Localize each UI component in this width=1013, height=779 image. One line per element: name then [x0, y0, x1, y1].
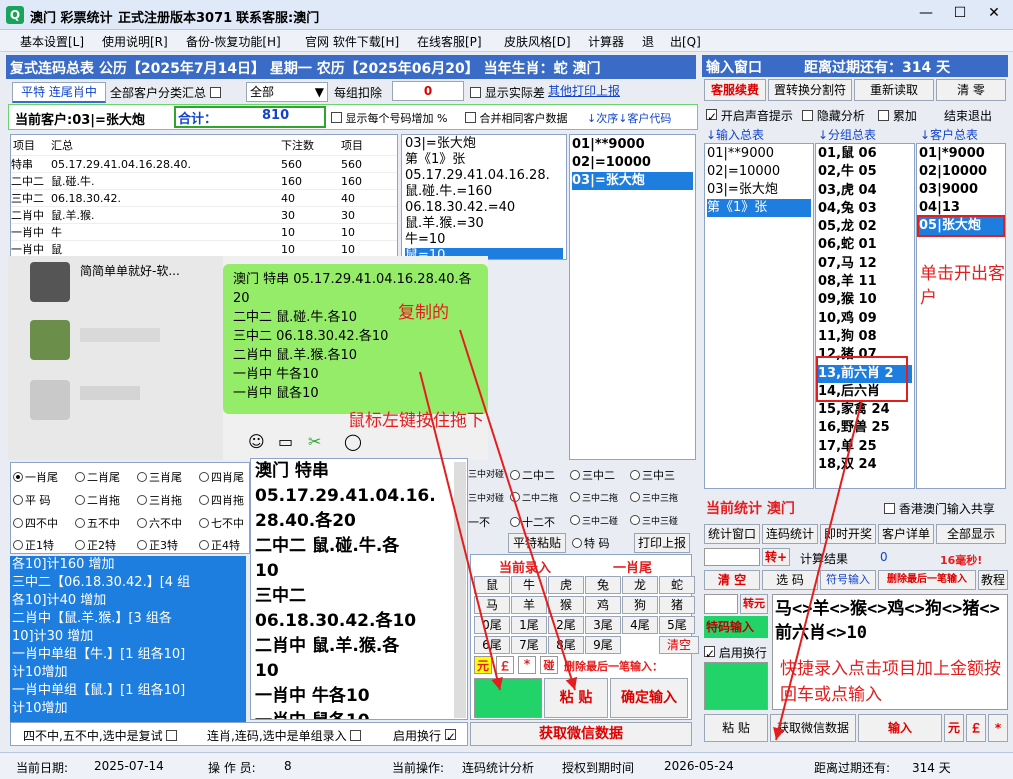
status-operator-label: 操 作 员: — [208, 761, 256, 775]
status-auth-label: 授权到期时间 — [562, 761, 635, 775]
annotation-arrows — [419, 329, 863, 741]
status-bar: 当前日期: 2025-07-14 操 作 员: 8 当前操作: 连码统计分析 授… — [0, 752, 1013, 779]
status-action-label: 当前操作: — [392, 761, 445, 775]
status-action: 连码统计分析 — [462, 761, 535, 775]
status-date-label: 当前日期: — [16, 761, 69, 775]
status-expire-label: 距离过期还有: — [814, 761, 891, 775]
status-expire-days: 314 天 — [912, 761, 951, 775]
status-date: 2025-07-14 — [94, 759, 164, 773]
status-auth-date: 2026-05-24 — [664, 759, 734, 773]
status-operator: 8 — [284, 759, 292, 773]
